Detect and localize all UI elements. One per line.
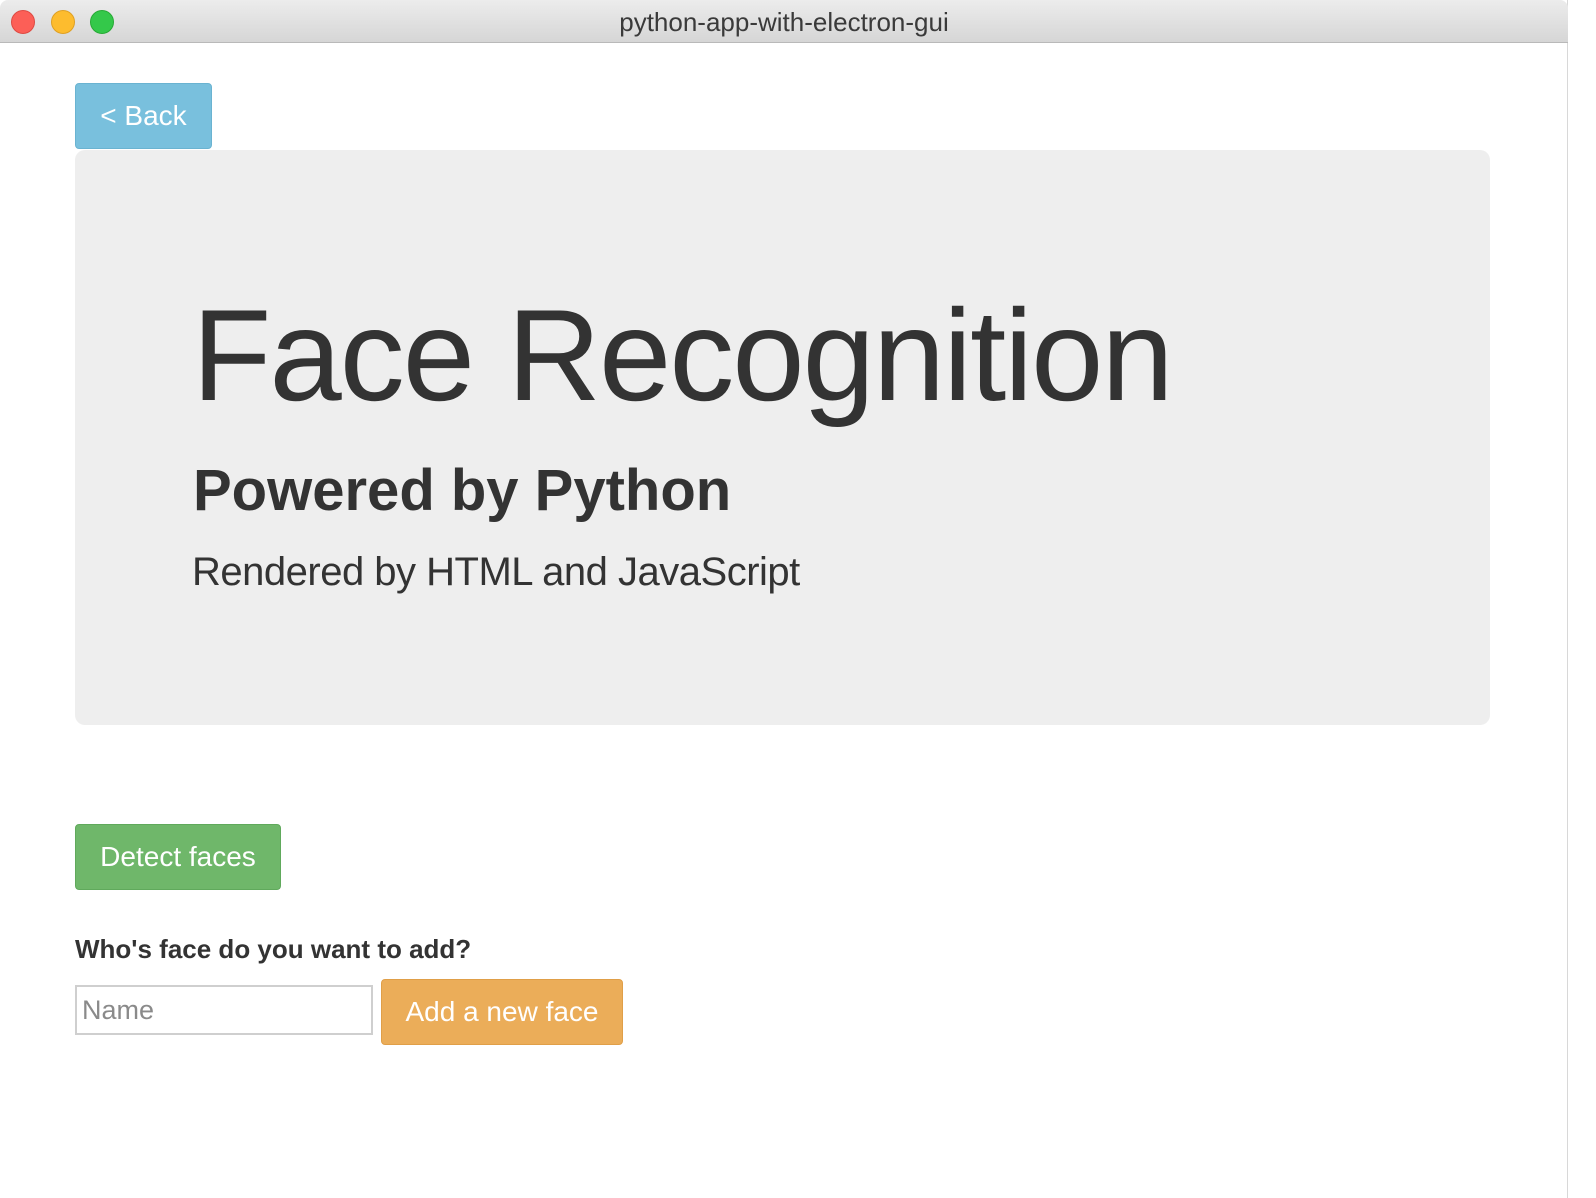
window-title: python-app-with-electron-gui (619, 7, 949, 37)
add-face-question-label: Who's face do you want to add? (75, 934, 472, 964)
page-subtitle: Powered by Python (193, 458, 732, 523)
app-window: python-app-with-electron-gui < Back Face… (0, 0, 1568, 1198)
back-button[interactable]: < Back (75, 83, 212, 149)
detect-faces-button[interactable]: Detect faces (75, 824, 281, 890)
page-title: Face Recognition (192, 282, 1174, 428)
name-input[interactable] (75, 985, 373, 1035)
title-bar: python-app-with-electron-gui (0, 0, 1568, 43)
page-lead-text: Rendered by HTML and JavaScript (192, 550, 800, 594)
add-new-face-button[interactable]: Add a new face (381, 979, 623, 1045)
jumbotron: Face Recognition Powered by Python Rende… (75, 150, 1490, 725)
